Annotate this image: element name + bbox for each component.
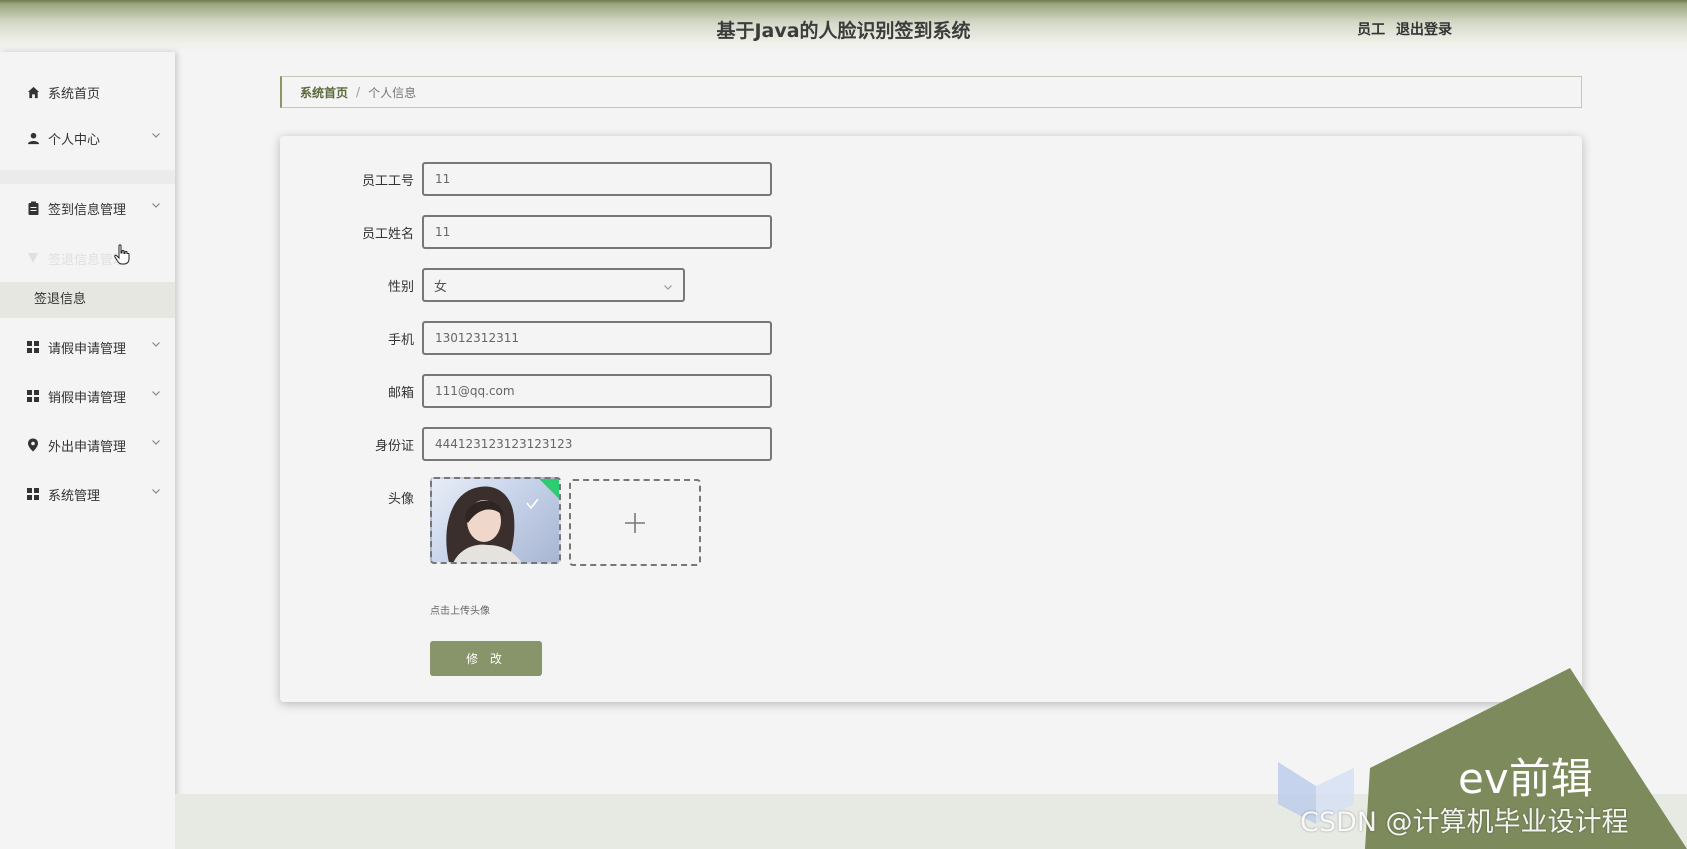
chevron-down-icon — [152, 203, 160, 208]
avatar-portrait — [446, 486, 539, 562]
submenu-item-checkout-info[interactable]: 签退信息 — [0, 282, 175, 318]
sidebar-item-checkout[interactable]: 签退信息管理 — [0, 238, 175, 278]
watermark-brand: ev前辑 — [1458, 754, 1593, 803]
grid-icon — [26, 487, 40, 501]
form-row-phone: 手机 13012312311 — [280, 321, 772, 355]
cursor-hand-icon — [114, 244, 130, 265]
menu-divider — [0, 170, 175, 184]
form-row-employee-name: 员工姓名 11 — [280, 215, 772, 249]
gender-select-value: 女 — [434, 279, 448, 295]
top-header: 基于Java的人脸识别签到系统 员工 退出登录 — [0, 0, 1687, 52]
sidebar-item-label: 外出申请管理 — [48, 439, 127, 455]
upload-avatar-button[interactable] — [569, 479, 701, 566]
user-area: 员工 退出登录 — [1351, 19, 1452, 39]
plus-icon — [625, 512, 645, 533]
upload-hint: 点击上传头像 — [430, 606, 490, 617]
sidebar-item-cancel-leave[interactable]: 销假申请管理 — [0, 376, 175, 416]
avatar-image[interactable] — [430, 477, 561, 564]
sidebar-item-label: 系统管理 — [48, 488, 101, 504]
field-label: 头像 — [387, 492, 414, 507]
sidebar-item-label: 请假申请管理 — [48, 341, 127, 357]
id-card-input[interactable]: 444123123123123123 — [422, 427, 772, 461]
field-label: 邮箱 — [387, 385, 414, 401]
clipboard-icon — [26, 201, 40, 215]
sidebar-item-leave[interactable]: 请假申请管理 — [0, 327, 175, 367]
breadcrumb-separator: / — [356, 85, 361, 99]
breadcrumb-current: 个人信息 — [368, 85, 417, 100]
employee-name-input[interactable]: 11 — [422, 215, 772, 249]
breadcrumb-home-link[interactable]: 系统首页 — [300, 84, 348, 101]
sidebar-item-home[interactable]: 系统首页 — [0, 72, 175, 112]
home-icon — [26, 85, 40, 99]
email-input[interactable]: 111@qq.com — [422, 374, 772, 408]
field-label: 员工工号 — [361, 173, 414, 189]
form-row-id-card: 身份证 444123123123123123 — [280, 427, 772, 461]
sidebar-item-personal[interactable]: 个人中心 — [0, 118, 175, 158]
shield-icon — [26, 251, 40, 265]
field-label: 手机 — [387, 332, 414, 348]
phone-input[interactable]: 13012312311 — [422, 321, 772, 355]
watermark-credit: CSDN @计算机毕业设计程 — [1300, 807, 1629, 838]
sidebar-item-label: 签到信息管理 — [48, 202, 127, 218]
chevron-down-icon — [152, 440, 160, 445]
employee-id-input[interactable]: 11 — [422, 162, 772, 196]
chevron-down-icon — [152, 391, 160, 396]
chevron-down-icon — [152, 489, 160, 494]
grid-icon — [26, 389, 40, 403]
form-row-avatar: 头像 — [280, 488, 422, 507]
grid-icon — [26, 340, 40, 354]
sidebar-item-system[interactable]: 系统管理 — [0, 474, 175, 514]
user-icon — [26, 131, 40, 145]
sidebar-item-checkin[interactable]: 签到信息管理 — [0, 188, 175, 228]
sidebar-item-label: 个人中心 — [48, 132, 101, 148]
form-row-employee-id: 员工工号 11 — [280, 162, 772, 196]
form-row-email: 邮箱 111@qq.com — [280, 374, 772, 408]
chevron-down-icon — [664, 285, 672, 290]
profile-form-card: 员工工号 11 员工姓名 11 性别 女 手机 13012312311 邮箱 1… — [280, 136, 1582, 702]
field-label: 员工姓名 — [361, 226, 414, 242]
sidebar-item-label: 系统首页 — [48, 86, 101, 102]
chevron-down-icon — [152, 342, 160, 347]
logout-link[interactable]: 退出登录 — [1396, 22, 1452, 38]
submit-button[interactable]: 修 改 — [430, 641, 542, 676]
gender-select[interactable]: 女 — [422, 268, 685, 302]
form-row-gender: 性别 女 — [280, 268, 685, 302]
sidebar: 系统首页 个人中心 签到信息管理 签退信息管理 签退信息 请假申请管理 销假申请… — [0, 52, 175, 849]
sidebar-item-label: 销假申请管理 — [48, 390, 127, 406]
field-label: 身份证 — [374, 438, 414, 454]
sidebar-item-outing[interactable]: 外出申请管理 — [0, 425, 175, 465]
location-icon — [26, 438, 40, 452]
chevron-down-icon — [152, 133, 160, 138]
user-role: 员工 — [1357, 22, 1386, 38]
field-label: 性别 — [387, 279, 414, 295]
breadcrumb: 系统首页 / 个人信息 — [280, 76, 1582, 108]
